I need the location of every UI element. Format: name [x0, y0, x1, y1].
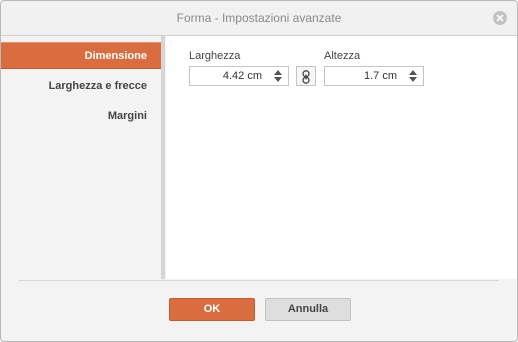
width-label: Larghezza [189, 50, 241, 62]
height-label: Altezza [324, 50, 361, 62]
cancel-button[interactable]: Annulla [265, 298, 351, 321]
sidebar-item-label: Larghezza e frecce [48, 80, 147, 92]
dialog-title: Forma - Impostazioni avanzate [176, 11, 342, 25]
height-input[interactable] [325, 67, 403, 85]
height-spin-arrows[interactable] [405, 67, 423, 85]
sidebar-item-label: Margini [107, 110, 147, 122]
width-input[interactable] [190, 67, 268, 85]
width-decrement-icon[interactable] [274, 77, 282, 82]
sidebar-item-dimensione[interactable]: Dimensione [1, 42, 161, 69]
settings-sidebar: Dimensione Larghezza e frecce Margini [1, 36, 161, 279]
close-icon [496, 14, 504, 22]
advanced-settings-dialog: Forma - Impostazioni avanzate Dimensione… [0, 0, 518, 342]
height-spinner[interactable] [324, 66, 424, 86]
dialog-titlebar: Forma - Impostazioni avanzate [1, 1, 517, 36]
aspect-ratio-lock-button[interactable] [296, 66, 316, 86]
width-spinner[interactable] [189, 66, 289, 86]
sidebar-item-larghezza-frecce[interactable]: Larghezza e frecce [1, 73, 161, 100]
sidebar-item-label: Dimensione [84, 50, 147, 62]
width-spin-arrows[interactable] [270, 67, 288, 85]
footer-divider [19, 280, 499, 281]
sidebar-divider [161, 36, 165, 279]
close-button[interactable] [493, 11, 507, 25]
height-increment-icon[interactable] [409, 70, 417, 75]
width-increment-icon[interactable] [274, 70, 282, 75]
height-decrement-icon[interactable] [409, 77, 417, 82]
sidebar-item-margini[interactable]: Margini [1, 103, 161, 130]
settings-content: Larghezza Altezza [166, 36, 517, 279]
chain-link-icon [302, 70, 310, 84]
ok-button[interactable]: OK [169, 298, 255, 321]
